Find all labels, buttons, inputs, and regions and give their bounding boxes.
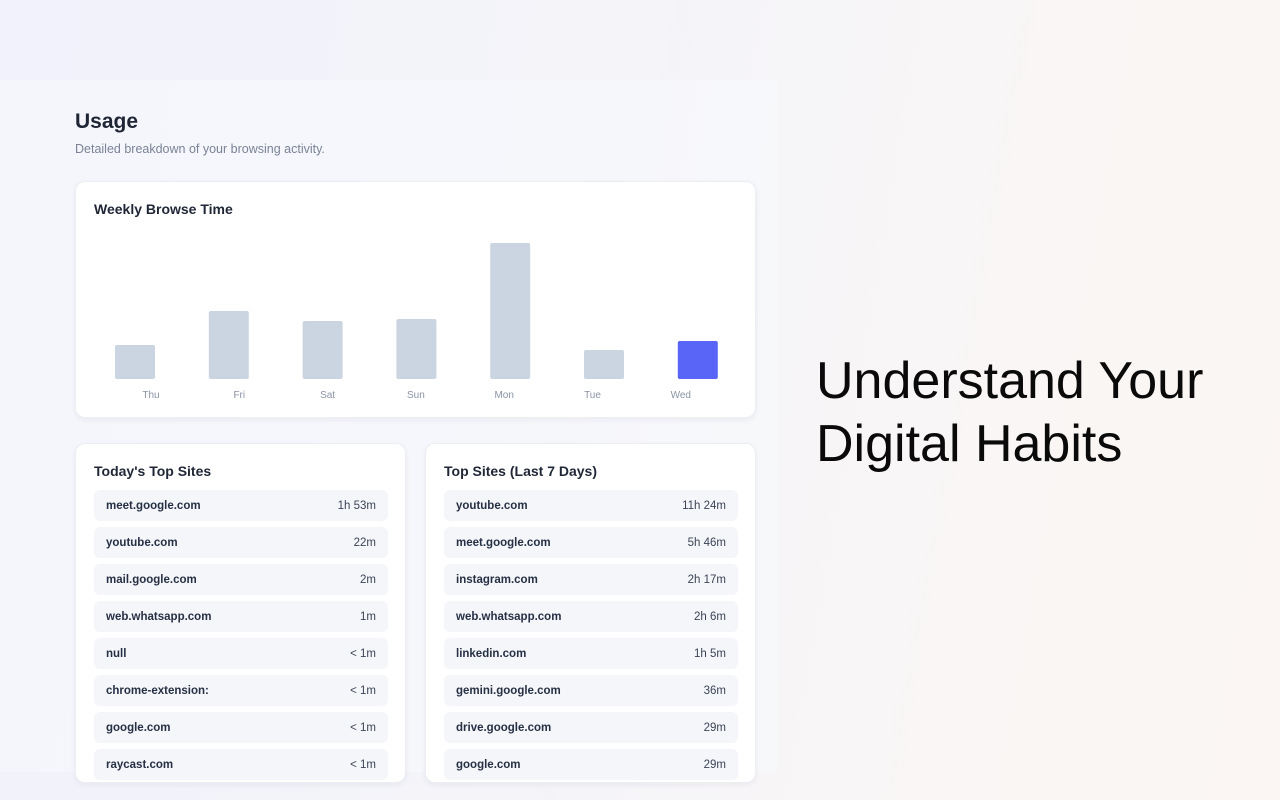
site-name: web.whatsapp.com [106, 610, 212, 623]
bar-sat[interactable] [302, 321, 343, 379]
site-time: 5h 46m [687, 536, 726, 549]
site-time: 22m [353, 536, 376, 549]
site-name: instagram.com [456, 573, 538, 586]
site-time: < 1m [350, 647, 376, 660]
site-name: youtube.com [456, 499, 528, 512]
site-row[interactable]: google.com < 1m [94, 712, 388, 743]
site-name: google.com [456, 758, 521, 771]
site-row[interactable]: instagram.com 2h 17m [444, 564, 738, 595]
site-row[interactable]: google.com 29m [444, 749, 738, 780]
site-row[interactable]: linkedin.com 1h 5m [444, 638, 738, 669]
today-top-sites-card: Today's Top Sites meet.google.com 1h 53m y… [75, 443, 406, 783]
weekly-chart-card: Weekly Browse Time Thu Fri Sat Sun Mon Tue Wed [75, 181, 756, 418]
x-tick-label: Mon [494, 390, 513, 401]
site-name: chrome-extension: [106, 684, 209, 697]
site-row[interactable]: web.whatsapp.com 2h 6m [444, 601, 738, 632]
site-name: linkedin.com [456, 647, 527, 660]
site-time: 36m [703, 684, 726, 697]
site-row[interactable]: web.whatsapp.com 1m [94, 601, 388, 632]
bar-fri[interactable] [208, 311, 249, 379]
x-tick-label: Tue [584, 390, 601, 401]
page-subtitle: Detailed breakdown of your browsing acti… [75, 142, 325, 156]
marketing-headline: Understand Your Digital Habits [816, 350, 1203, 476]
bar-wed[interactable] [677, 341, 718, 379]
site-row[interactable]: mail.google.com 2m [94, 564, 388, 595]
site-name: drive.google.com [456, 721, 552, 734]
bar-sun[interactable] [396, 319, 437, 379]
week-site-list: youtube.com 11h 24m meet.google.com 5h 46m i… [444, 490, 738, 782]
weekly-bar-chart: Thu Fri Sat Sun Mon Tue Wed [115, 243, 718, 401]
site-name: raycast.com [106, 758, 174, 771]
x-tick-label: Sun [407, 390, 425, 401]
site-row[interactable]: raycast.com < 1m [94, 749, 388, 780]
site-time: 2h 17m [687, 573, 726, 586]
x-tick-label: Fri [233, 390, 245, 401]
bar-thu[interactable] [115, 345, 155, 379]
site-time: 1m [360, 610, 376, 623]
site-row[interactable]: null < 1m [94, 638, 388, 669]
bar-tue[interactable] [584, 350, 624, 379]
site-time: 1h 5m [694, 647, 726, 660]
site-row[interactable]: youtube.com 22m [94, 527, 388, 558]
site-name: meet.google.com [456, 536, 551, 549]
today-site-list: meet.google.com 1h 53m youtube.com 22m mail.… [94, 490, 388, 782]
headline-line-1: Understand Your [816, 352, 1204, 410]
site-row[interactable]: chrome-extension: < 1m [94, 675, 388, 706]
site-time: 1h 53m [337, 499, 376, 512]
x-tick-label: Wed [671, 390, 691, 401]
site-time: 29m [703, 758, 726, 771]
site-name: meet.google.com [106, 499, 201, 512]
week-top-sites-title: Top Sites (Last 7 Days) [444, 463, 598, 479]
site-name: mail.google.com [106, 573, 197, 586]
site-time: 11h 24m [682, 499, 726, 512]
site-name: web.whatsapp.com [456, 610, 562, 623]
site-time: 2h 6m [694, 610, 726, 623]
site-time: < 1m [350, 684, 376, 697]
site-time: 2m [360, 573, 376, 586]
site-row[interactable]: youtube.com 11h 24m [444, 490, 738, 521]
site-name: google.com [106, 721, 171, 734]
site-time: 29m [703, 721, 726, 734]
site-row[interactable]: gemini.google.com 36m [444, 675, 738, 706]
site-row[interactable]: meet.google.com 5h 46m [444, 527, 738, 558]
site-name: null [106, 647, 127, 660]
page-title: Usage [75, 110, 139, 133]
headline-line-2: Digital Habits [816, 415, 1123, 473]
site-time: < 1m [350, 721, 376, 734]
week-top-sites-card: Top Sites (Last 7 Days) youtube.com 11h 2… [425, 443, 756, 783]
site-row[interactable]: meet.google.com 1h 53m [94, 490, 388, 521]
site-name: youtube.com [106, 536, 178, 549]
today-top-sites-title: Today's Top Sites [94, 463, 212, 479]
site-name: gemini.google.com [456, 684, 561, 697]
site-row[interactable]: drive.google.com 29m [444, 712, 738, 743]
site-time: < 1m [350, 758, 376, 771]
bar-mon[interactable] [490, 243, 531, 379]
x-tick-label: Thu [142, 390, 159, 401]
x-tick-label: Sat [320, 390, 335, 401]
